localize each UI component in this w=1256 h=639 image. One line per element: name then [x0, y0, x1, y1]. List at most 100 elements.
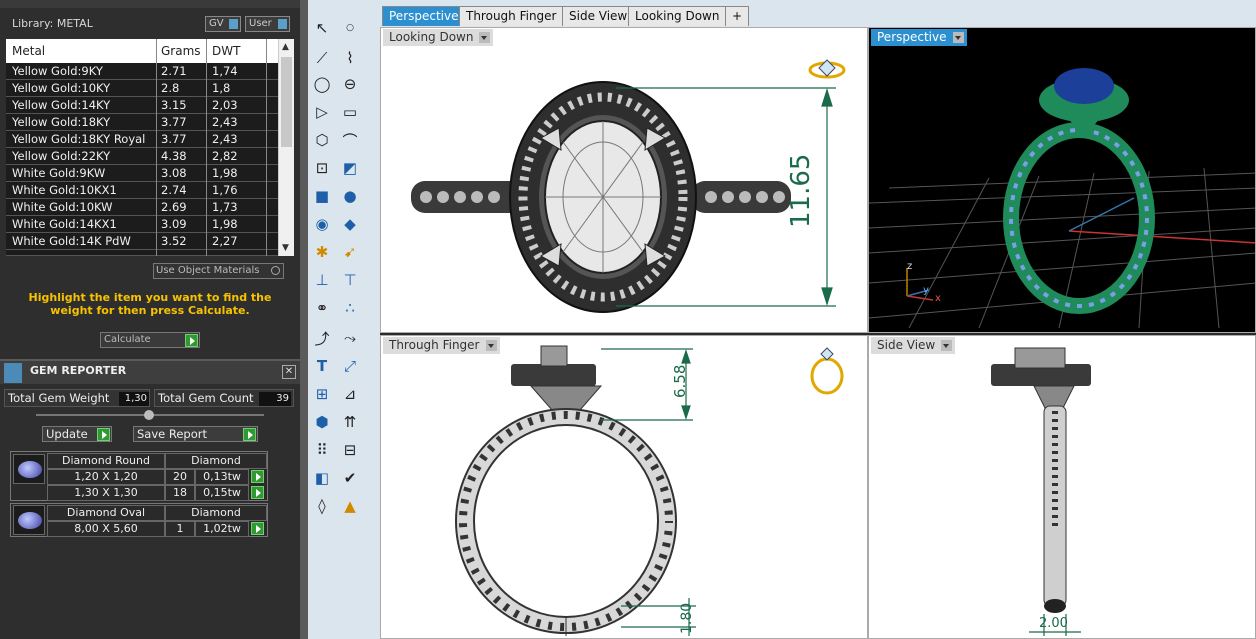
tab-through-finger[interactable]: Through Finger [459, 6, 564, 26]
gem-type: Diamond [165, 505, 267, 521]
gem-slider[interactable] [36, 410, 264, 420]
align-icon[interactable]: ⊟ [338, 438, 362, 462]
table-row[interactable]: Yellow Gold:9KY 2.71 1,74 [6, 63, 278, 80]
point-icon[interactable]: ○ [338, 16, 362, 40]
scroll-down-icon[interactable]: ▼ [282, 243, 289, 253]
table-row[interactable]: Yellow Gold:22KY 4.38 2,82 [6, 148, 278, 165]
tab-perspective[interactable]: Perspective [382, 6, 466, 26]
gem-size: 8,00 X 5,60 [47, 521, 165, 537]
rail-icon[interactable]: ⤴ [310, 326, 334, 350]
gem-weight: 0,15tw [195, 485, 249, 501]
scroll-thumb[interactable] [281, 57, 292, 147]
gem-reporter-title: GEM REPORTER [30, 364, 127, 377]
trim-icon[interactable]: ⊤ [338, 268, 362, 292]
viewport-looking-down[interactable]: Looking Down 11.65 [380, 27, 868, 333]
table-row-partial [6, 250, 278, 256]
calculate-button[interactable]: Calculate [100, 332, 200, 348]
select-arrow-icon[interactable]: ↖ [310, 16, 334, 40]
user-toggle[interactable]: User [245, 16, 290, 32]
dimension-height: 11.65 [786, 153, 816, 228]
add-tab-button[interactable]: + [725, 6, 749, 26]
table-row[interactable]: White Gold:14KX1 3.09 1,98 [6, 216, 278, 233]
library-title: Library: METAL [12, 17, 93, 30]
gem-count: 1 [165, 521, 195, 537]
polygon-icon[interactable]: ⬡ [310, 128, 334, 152]
table-row[interactable]: Yellow Gold:18KY Royal 3.77 2,43 [6, 131, 278, 148]
tab-looking-down[interactable]: Looking Down [628, 6, 727, 26]
gem-weight: 0,13tw [195, 469, 249, 485]
ring-front-view-drawing [455, 345, 844, 636]
arc-icon[interactable]: ▷ [310, 100, 334, 124]
table-row[interactable]: White Gold:10KX1 2.74 1,76 [6, 182, 278, 199]
solid-icon[interactable]: ⬢ [310, 410, 334, 434]
metal-table-header: Metal Grams DWT [6, 39, 294, 63]
curve-edit-icon[interactable]: ⊡ [310, 156, 334, 180]
table-row[interactable]: White Gold:14K PdW 3.52 2,27 [6, 233, 278, 250]
transform-icon[interactable]: ➹ [338, 240, 362, 264]
text-icon[interactable]: T [310, 354, 334, 378]
gem-shape: Diamond Oval [47, 505, 165, 521]
gear-icon[interactable]: ✱ [310, 240, 334, 264]
total-gem-weight: Total Gem Weight 1,30 [4, 389, 150, 407]
gem-round-thumbnail [13, 454, 45, 484]
close-icon[interactable]: ✕ [282, 365, 296, 379]
circle-icon[interactable]: ◯ [310, 72, 334, 96]
panel-top-bar [0, 0, 300, 8]
rectangle-icon[interactable]: ▭ [338, 100, 362, 124]
gv-toggle[interactable]: GV [205, 16, 241, 32]
gem-group-round: Diamond Round Diamond 1,20 X 1,20 20 0,1… [10, 451, 268, 501]
plane-icon[interactable]: ◆ [338, 212, 362, 236]
viewport-perspective[interactable]: Perspective z y x [868, 27, 1256, 333]
material-icon[interactable]: ◊ [310, 494, 334, 518]
select-gems-button[interactable] [251, 486, 264, 499]
box-icon[interactable]: ■ [310, 184, 334, 208]
extrude-icon[interactable]: ⇈ [338, 410, 362, 434]
select-gems-button[interactable] [251, 470, 264, 483]
render-icon[interactable]: ◧ [310, 466, 334, 490]
calculate-hint: Highlight the item you want to find the … [28, 291, 272, 317]
viewport-side-view[interactable]: Side View 2.00 [868, 335, 1256, 639]
table-row[interactable]: Yellow Gold:14KY 3.15 2,03 [6, 97, 278, 114]
surface-icon[interactable]: ◩ [338, 156, 362, 180]
table-row[interactable]: White Gold:9KW 3.08 1,98 [6, 165, 278, 182]
fillet-icon[interactable]: ⌒ [338, 128, 362, 152]
sphere-icon[interactable]: ● [338, 184, 362, 208]
sweep-icon[interactable]: ⤳ [338, 326, 362, 350]
metal-table[interactable]: Metal Grams DWT Yellow Gold:9KY 2.71 1,74 … [6, 39, 294, 256]
panel-splitter[interactable] [300, 0, 308, 639]
update-button[interactable]: Update [42, 426, 112, 442]
ring-side-view-drawing [991, 347, 1091, 636]
ellipse-icon[interactable]: ⊖ [338, 72, 362, 96]
scroll-up-icon[interactable]: ▲ [282, 42, 289, 52]
curve-points-icon[interactable]: ⌇ [338, 46, 362, 70]
scale-icon[interactable]: ⤢ [338, 354, 362, 378]
table-row[interactable]: Yellow Gold:10KY 2.8 1,8 [6, 80, 278, 97]
table-scrollbar[interactable]: ▲ ▼ [278, 39, 294, 256]
table-row[interactable]: Yellow Gold:18KY 3.77 2,43 [6, 114, 278, 131]
dimension-band-thickness: 1.80 [679, 602, 695, 634]
polyline-icon[interactable]: ⟋ [310, 46, 334, 70]
viewport-through-finger[interactable]: Through Finger 6.58 1.80 [380, 335, 868, 639]
save-report-button[interactable]: Save Report [133, 426, 258, 442]
group-icon[interactable]: ⊞ [310, 382, 334, 406]
total-gem-count-value: 39 [259, 392, 291, 406]
boolean-icon[interactable]: ⚭ [310, 296, 334, 320]
gem-count: 18 [165, 485, 195, 501]
gem-reporter-icon [4, 363, 22, 383]
tool-palette: ↖ ○ ⟋ ⌇ ◯ ⊖ ▷ ▭ ⬡ ⌒ ⊡ ◩ ■ ● ◉ ◆ ✱ ➹ ⊥ ⊤ … [308, 0, 380, 639]
column-divider [266, 39, 267, 256]
column-divider [156, 39, 157, 256]
array-icon[interactable]: ∴ [338, 296, 362, 320]
check-icon[interactable]: ✔ [338, 466, 362, 490]
cylinder-icon[interactable]: ◉ [310, 212, 334, 236]
split-icon[interactable]: ⊥ [310, 268, 334, 292]
col-header-dwt: DWT [212, 44, 241, 58]
grid-icon[interactable]: ⠿ [310, 438, 334, 462]
table-row[interactable]: White Gold:10KW 2.69 1,73 [6, 199, 278, 216]
measure-icon[interactable]: ⊿ [338, 382, 362, 406]
gem-icon[interactable]: ▲ [338, 494, 362, 518]
use-object-materials-toggle[interactable]: Use Object Materials [153, 263, 284, 279]
slider-handle[interactable] [144, 410, 154, 420]
select-gems-button[interactable] [251, 522, 264, 535]
tab-side-view[interactable]: Side View [562, 6, 635, 26]
